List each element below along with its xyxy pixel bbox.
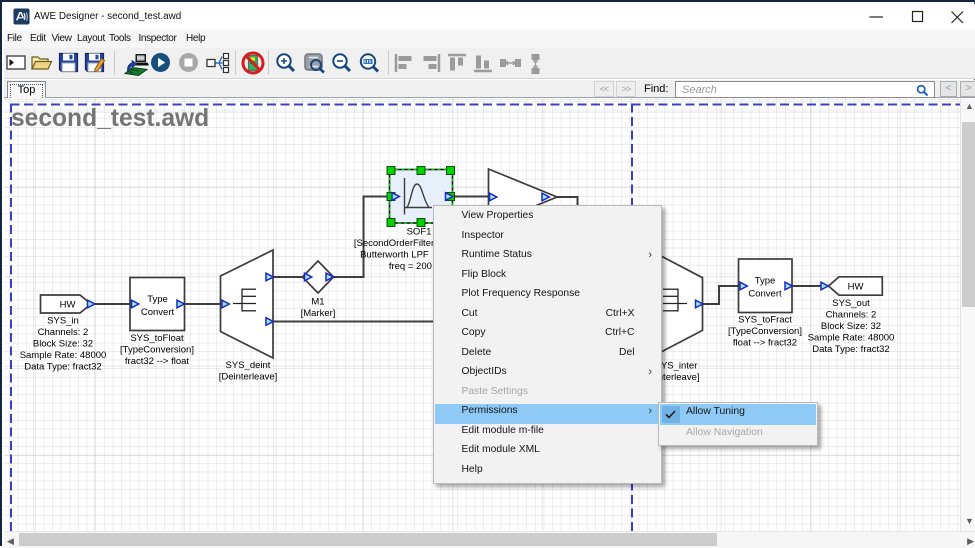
svg-text:Channels: 2: Channels: 2 — [826, 310, 877, 321]
svg-text:HW: HW — [60, 300, 76, 311]
svg-text:SYS_toFract: SYS_toFract — [738, 315, 792, 326]
svg-text:[Deinterleave]: [Deinterleave] — [219, 372, 278, 383]
svg-text:SYS_out: SYS_out — [832, 298, 870, 309]
svg-text:SOF1: SOF1 — [407, 227, 432, 238]
svg-text:Channels: 2: Channels: 2 — [38, 327, 89, 338]
svg-text:Data Type: fract32: Data Type: fract32 — [24, 362, 101, 373]
svg-text:[TypeConversion]: [TypeConversion] — [120, 345, 194, 356]
svg-text:M1: M1 — [311, 297, 324, 308]
svg-text:SYS_toFloat: SYS_toFloat — [130, 333, 184, 344]
svg-text:float --> fract32: float --> fract32 — [733, 338, 797, 349]
svg-text:HW: HW — [848, 282, 864, 293]
svg-text:SYS_deint: SYS_deint — [226, 360, 271, 371]
svg-text:[TypeConversion]: [TypeConversion] — [728, 326, 802, 337]
svg-text:Block Size: 32: Block Size: 32 — [33, 339, 93, 350]
svg-text:Type: Type — [147, 294, 168, 305]
svg-text:Sample Rate: 48000: Sample Rate: 48000 — [808, 333, 895, 344]
svg-text:Butterworth LPF: Butterworth LPF — [360, 250, 429, 261]
svg-text:Data Type: fract32: Data Type: fract32 — [812, 344, 889, 355]
svg-text:Convert: Convert — [748, 289, 782, 300]
svg-text:Convert: Convert — [141, 307, 175, 318]
svg-text:Sample Rate: 48000: Sample Rate: 48000 — [20, 350, 107, 361]
svg-text:fract32 --> float: fract32 --> float — [125, 356, 190, 367]
svg-text:Block Size: 32: Block Size: 32 — [821, 321, 881, 332]
svg-text:[Marker]: [Marker] — [301, 308, 336, 319]
svg-text:SYS_in: SYS_in — [47, 316, 79, 327]
svg-text:Type: Type — [755, 276, 776, 287]
